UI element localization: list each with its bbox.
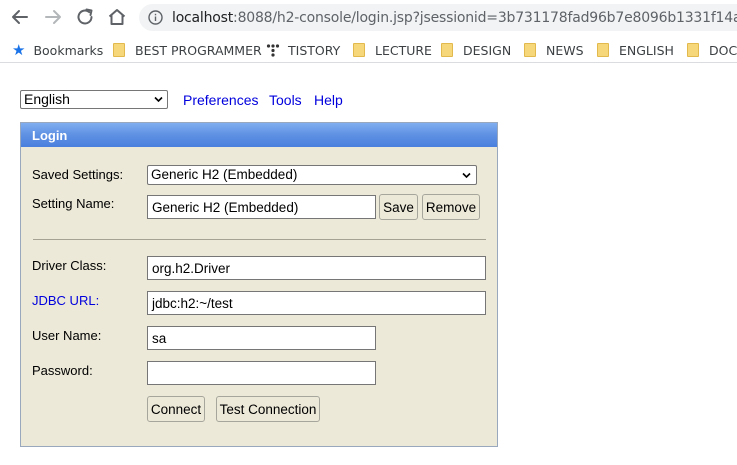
bookmarks-bar: ★ Bookmarks BEST PROGRAMMER TISTORY LECTU… [0,36,737,63]
password-label: Password: [32,363,93,378]
folder-icon [353,43,365,57]
folder-icon [597,43,609,57]
tistory-icon [266,44,280,57]
browser-toolbar: localhost:8088/h2-console/login.jsp?jses… [0,0,737,36]
language-select[interactable]: English [20,90,168,109]
chevron-down-icon [462,172,471,179]
bookmark-label: DESIGN [463,42,512,58]
star-icon: ★ [12,40,26,59]
setting-name-field[interactable]: Generic H2 (Embedded) [147,195,376,219]
url-host: localhost [172,10,234,26]
bookmark-design[interactable]: DESIGN [441,41,511,59]
info-icon[interactable] [148,10,163,25]
back-arrow-icon[interactable] [9,6,31,28]
test-connection-button[interactable]: Test Connection [216,396,320,422]
folder-icon [441,43,453,57]
bookmark-label: TISTORY [288,42,341,58]
setting-name-label: Setting Name: [32,196,115,211]
url-text[interactable]: localhost:8088/h2-console/login.jsp?jses… [172,10,737,26]
bookmark-label: BEST PROGRAMMER [135,42,262,58]
saved-settings-label: Saved Settings: [32,167,124,182]
remove-button[interactable]: Remove [422,194,480,220]
connect-button[interactable]: Connect [147,396,205,422]
login-header: Login [21,123,497,147]
tools-link[interactable]: Tools [269,92,302,108]
url-path: :8088/h2-console/login.jsp?jsessionid=3b… [233,10,737,26]
folder-icon [524,43,536,57]
bookmark-label: LECTURE [375,42,432,58]
bookmark-best-programmer[interactable]: BEST PROGRAMMER [113,41,262,59]
bookmark-lecture[interactable]: LECTURE [353,41,432,59]
preferences-link[interactable]: Preferences [183,92,258,108]
bookmark-news[interactable]: NEWS [524,41,584,59]
bookmark-label: NEWS [546,42,584,58]
jdbc-url-link[interactable]: JDBC URL: [32,293,99,308]
language-value: English [24,91,70,107]
bookmark-english[interactable]: ENGLISH [597,41,674,59]
jdbc-url-field[interactable]: jdbc:h2:~/test [147,291,486,315]
folder-icon [687,43,699,57]
divider [33,239,486,240]
folder-icon [113,43,125,57]
bookmark-label: ENGLISH [619,42,674,58]
driver-class-label: Driver Class: [32,258,107,273]
user-name-field[interactable]: sa [147,326,376,350]
bookmark-label: Bookmarks [33,42,104,58]
address-bar[interactable]: localhost:8088/h2-console/login.jsp?jses… [139,4,737,31]
password-field[interactable] [147,361,376,385]
chevron-down-icon [154,96,163,103]
login-panel: Login Saved Settings: Generic H2 (Embedd… [20,122,498,447]
bookmark-tistory[interactable]: TISTORY [266,41,340,59]
driver-class-field[interactable]: org.h2.Driver [147,256,486,280]
saved-settings-select[interactable]: Generic H2 (Embedded) [147,165,477,185]
reload-icon[interactable] [74,6,96,28]
bookmark-bookmarks[interactable]: ★ Bookmarks [12,41,103,59]
bookmark-doc[interactable]: DOC [687,41,737,59]
user-name-label: User Name: [32,328,102,343]
forward-arrow-icon[interactable] [42,6,64,28]
saved-settings-value: Generic H2 (Embedded) [151,167,298,182]
bookmark-label: DOC [709,42,737,58]
save-button[interactable]: Save [379,194,418,220]
help-link[interactable]: Help [314,92,343,108]
home-icon[interactable] [106,6,128,28]
